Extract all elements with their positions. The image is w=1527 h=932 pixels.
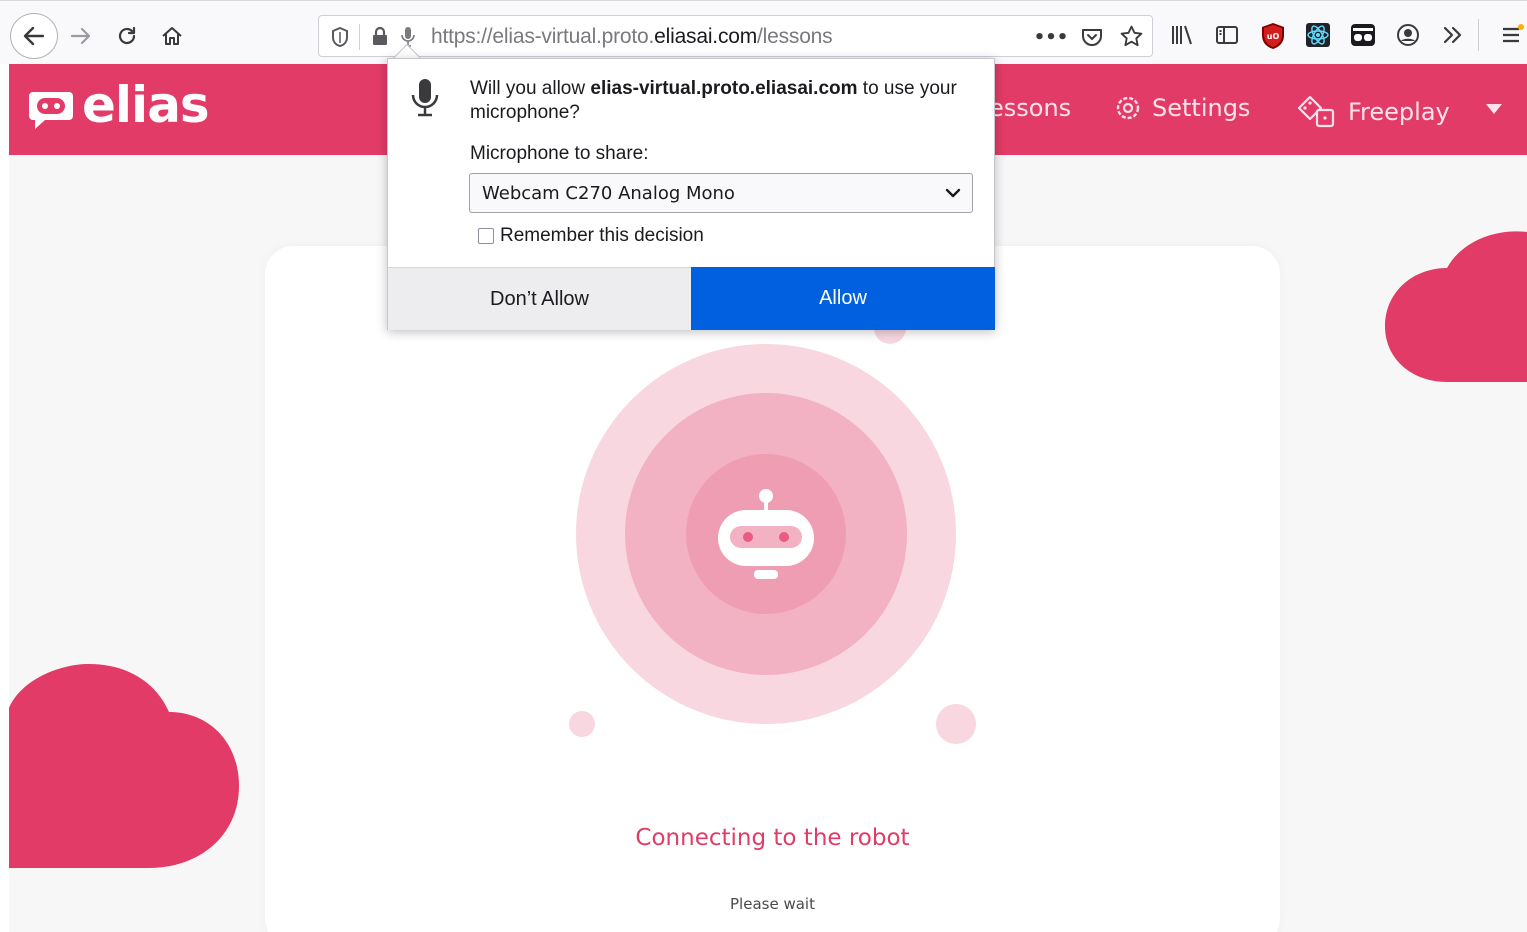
react-devtools-icon[interactable] — [1305, 22, 1331, 48]
url-domain: eliasai.com — [654, 25, 758, 48]
dont-allow-button[interactable]: Don’t Allow — [388, 267, 691, 330]
reload-icon — [118, 26, 136, 45]
question-prefix: Will you allow — [470, 78, 591, 99]
microphone-icon — [411, 79, 439, 117]
gear-icon — [1116, 96, 1140, 120]
reload-button[interactable] — [112, 21, 142, 51]
nav-item-label: Freeplay — [1348, 98, 1450, 126]
remember-decision-label[interactable]: Remember this decision — [500, 225, 704, 247]
arrow-right-icon — [70, 27, 91, 45]
nav-item-lessons[interactable]: essons — [989, 94, 1071, 122]
ublock-origin-icon[interactable]: uO — [1260, 22, 1286, 50]
microphone-permission-popup: Will you allow elias-virtual.proto.elias… — [387, 58, 995, 330]
question-domain: elias-virtual.proto.eliasai.com — [590, 78, 858, 99]
account-icon[interactable] — [1396, 23, 1420, 47]
home-icon — [162, 27, 182, 45]
allow-button[interactable]: Allow — [691, 267, 995, 330]
remember-decision-checkbox[interactable] — [478, 228, 494, 244]
dropdown-caret-icon[interactable] — [1484, 102, 1504, 116]
pocket-icon[interactable] — [1080, 25, 1104, 49]
arrow-left-icon — [23, 26, 45, 46]
svg-text:uO: uO — [1267, 32, 1280, 41]
url-prefix: https://elias-virtual.proto. — [431, 25, 655, 48]
microphone-select[interactable]: Webcam C270 Analog Mono — [469, 173, 973, 213]
home-button[interactable] — [157, 21, 187, 51]
forward-button[interactable] — [66, 21, 96, 51]
microphone-select-value: Webcam C270 Analog Mono — [482, 183, 735, 204]
permission-question: Will you allow elias-virtual.proto.elias… — [470, 77, 980, 125]
robot-connecting-animation — [569, 312, 976, 744]
nav-item-settings[interactable]: Settings — [1114, 94, 1250, 122]
browser-toolbar: https://elias-virtual.proto.eliasai.com/… — [0, 0, 1527, 64]
dice-icon — [1297, 95, 1335, 128]
logo-text[interactable]: elias — [82, 76, 210, 134]
connecting-status-subtitle: Please wait — [730, 895, 815, 913]
overflow-chevrons-icon[interactable] — [1441, 24, 1465, 46]
page-actions-icon[interactable]: ••• — [1034, 24, 1069, 50]
remember-decision-row[interactable]: Remember this decision — [478, 225, 704, 247]
nav-item-label: essons — [989, 94, 1072, 122]
lock-icon[interactable] — [370, 25, 390, 47]
url-bar[interactable]: https://elias-virtual.proto.eliasai.com/… — [318, 15, 1153, 57]
extension-mask-icon[interactable] — [1350, 22, 1376, 48]
cloud-left-decoration — [9, 664, 239, 868]
back-button[interactable] — [10, 13, 58, 59]
bookmark-star-icon[interactable] — [1119, 24, 1144, 49]
nav-item-label: Settings — [1152, 94, 1251, 122]
microphone-select-label: Microphone to share: — [470, 143, 649, 164]
url-text[interactable]: https://elias-virtual.proto.eliasai.com/… — [431, 25, 833, 49]
shield-icon[interactable] — [330, 26, 350, 48]
nav-item-freeplay[interactable]: Freeplay — [1296, 94, 1450, 130]
library-icon[interactable] — [1170, 23, 1194, 47]
sidebar-icon[interactable] — [1215, 23, 1239, 47]
connecting-status-title: Connecting to the robot — [635, 825, 910, 851]
chevron-down-icon — [945, 188, 961, 198]
cloud-right-decoration — [1385, 231, 1527, 382]
elias-logo-icon[interactable] — [27, 88, 75, 134]
hamburger-menu-icon[interactable] — [1500, 23, 1524, 47]
url-path: /lessons — [757, 25, 833, 48]
